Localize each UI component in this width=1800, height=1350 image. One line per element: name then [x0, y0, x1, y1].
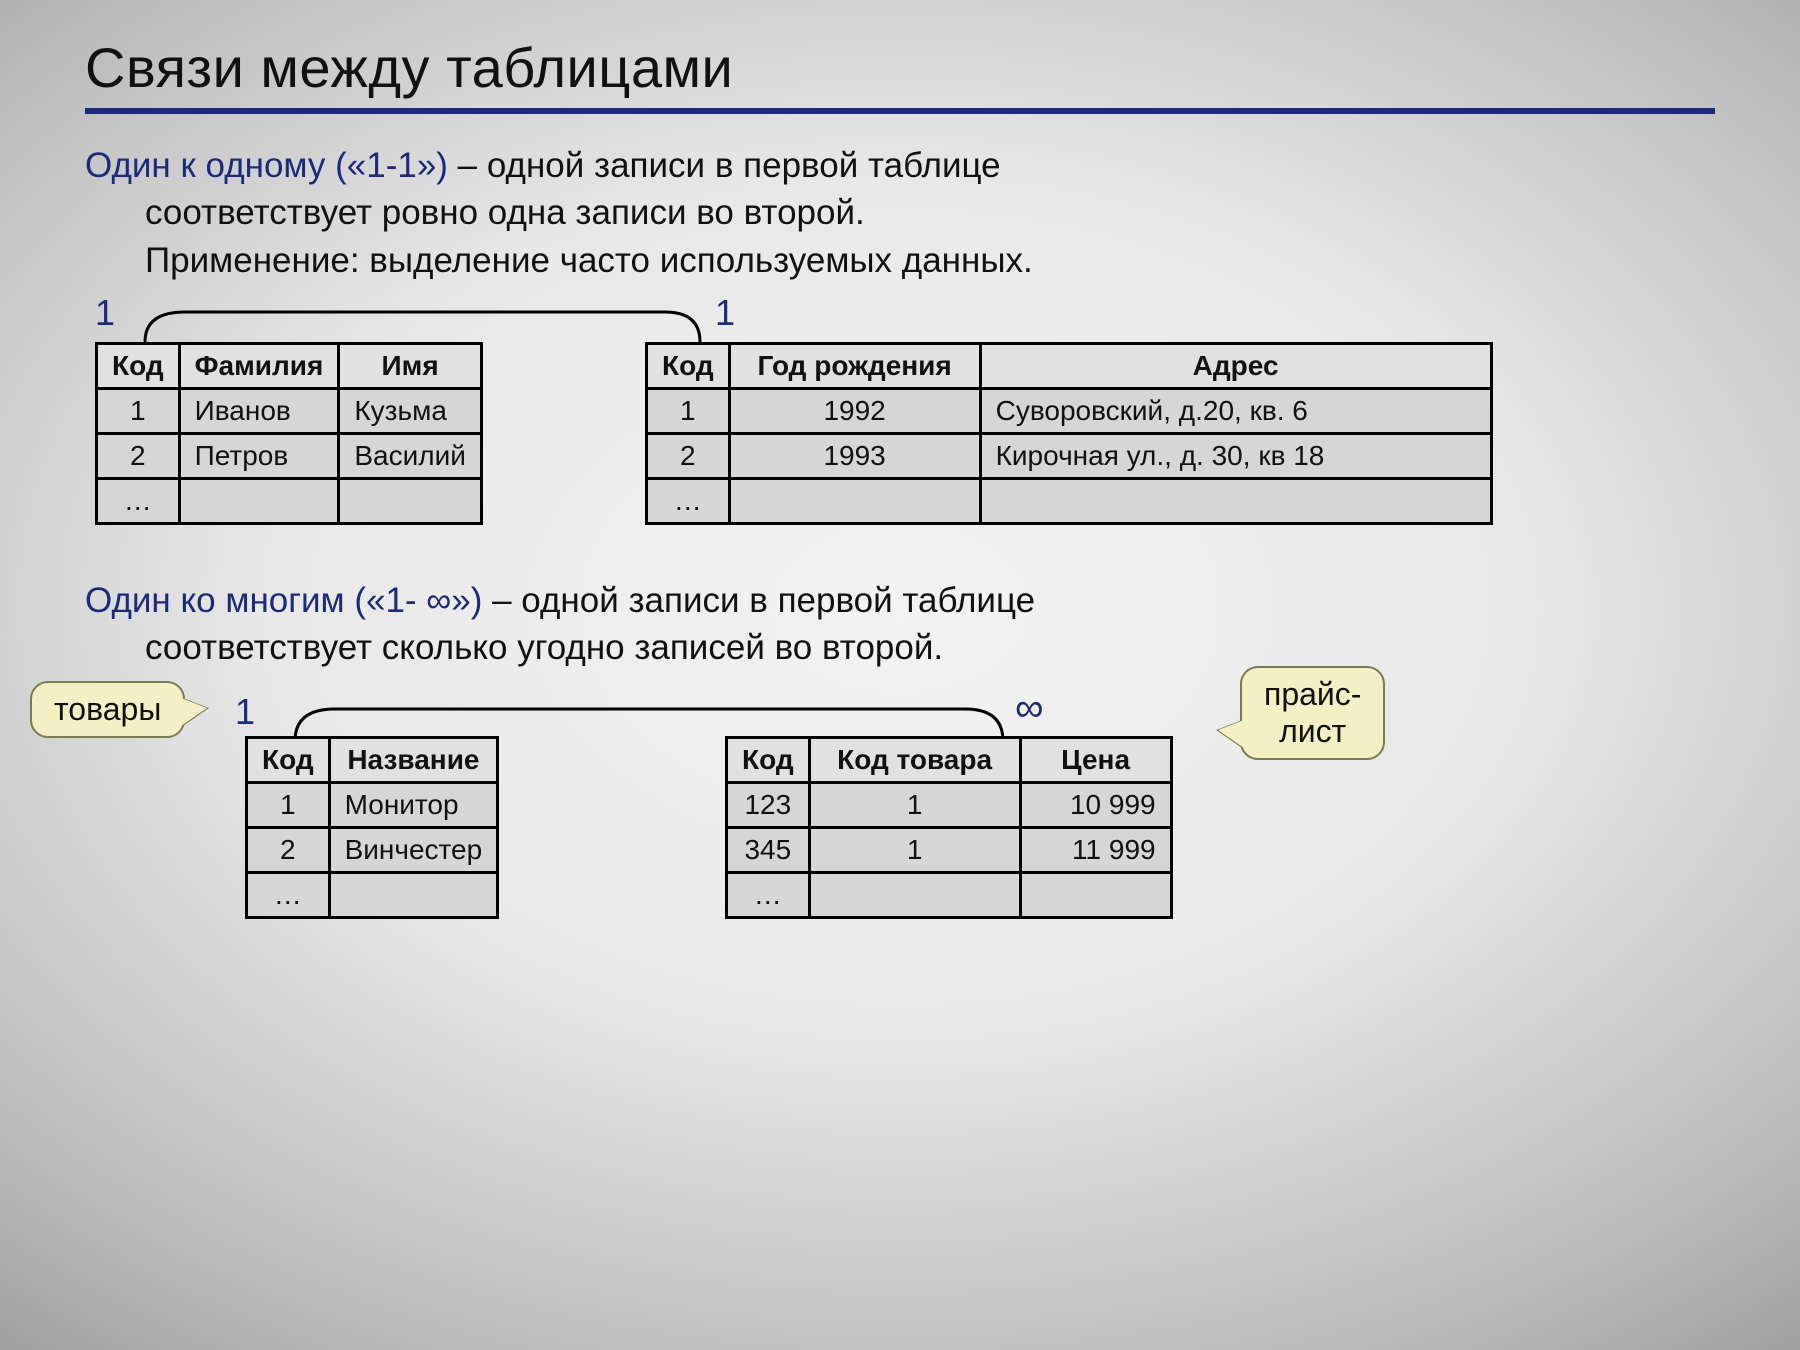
table-row: 1 1992 Суворовский, д.20, кв. 6 [647, 388, 1492, 433]
section1-lead: Один к одному («1-1») [85, 146, 448, 185]
table-header-row: Код Код товара Цена [727, 738, 1172, 783]
table-goods: Код Название 1 Монитор 2 Винчестер … [245, 736, 499, 919]
th: Код [97, 343, 180, 388]
section2-line2: соответствует сколько угодно записей во … [85, 628, 943, 667]
section2-diagram: товары прайс- лист 1 ∞ Код Название 1 Мо… [85, 681, 1715, 941]
table-row: 1 Монитор [247, 783, 498, 828]
table-row: … [727, 873, 1172, 918]
section1-line3: Применение: выделение часто используемых… [85, 241, 1033, 280]
th: Адрес [980, 343, 1491, 388]
label-one-left: 1 [95, 292, 115, 334]
table-prices: Код Код товара Цена 123 1 10 999 345 1 1… [725, 736, 1173, 919]
label-infinity: ∞ [1015, 686, 1044, 731]
th: Код [727, 738, 810, 783]
table-row: 2 Винчестер [247, 828, 498, 873]
table-header-row: Код Фамилия Имя [97, 343, 482, 388]
table-row: … [247, 873, 498, 918]
table-row: 123 1 10 999 [727, 783, 1172, 828]
table-row: 1 Иванов Кузьма [97, 388, 482, 433]
table-row: … [97, 478, 482, 523]
table-row: … [647, 478, 1492, 523]
table-persons: Код Фамилия Имя 1 Иванов Кузьма 2 Петров… [95, 342, 483, 525]
label-one: 1 [235, 691, 255, 733]
callout-pricelist: прайс- лист [1240, 666, 1385, 760]
th: Код [647, 343, 730, 388]
section1-rest: – одной записи в первой таблице [448, 146, 1001, 185]
section1-text: Один к одному («1-1») – одной записи в п… [85, 142, 1715, 284]
table-header-row: Код Год рождения Адрес [647, 343, 1492, 388]
th: Год рождения [729, 343, 980, 388]
page-title: Связи между таблицами [85, 25, 1715, 114]
th: Имя [339, 343, 482, 388]
th: Фамилия [179, 343, 339, 388]
table-row: 2 Петров Василий [97, 433, 482, 478]
th: Код [247, 738, 330, 783]
th: Код товара [809, 738, 1020, 783]
section2-rest: – одной записи в первой таблице [482, 581, 1035, 620]
label-one-right: 1 [715, 292, 735, 334]
table-addresses: Код Год рождения Адрес 1 1992 Суворовски… [645, 342, 1493, 525]
section1-line2: соответствует ровно одна записи во второ… [85, 193, 865, 232]
callout-goods: товары [30, 681, 185, 738]
section2-lead: Один ко многим («1- ∞») [85, 581, 482, 620]
th: Цена [1020, 738, 1171, 783]
slide: Связи между таблицами Один к одному («1-… [85, 25, 1715, 1270]
table-row: 2 1993 Кирочная ул., д. 30, кв 18 [647, 433, 1492, 478]
section1-diagram: 1 1 Код Фамилия Имя 1 Иванов Кузьма 2 Пе… [85, 302, 1715, 532]
th: Название [329, 738, 498, 783]
table-row: 345 1 11 999 [727, 828, 1172, 873]
section2-text: Один ко многим («1- ∞») – одной записи в… [85, 577, 1715, 672]
table-header-row: Код Название [247, 738, 498, 783]
